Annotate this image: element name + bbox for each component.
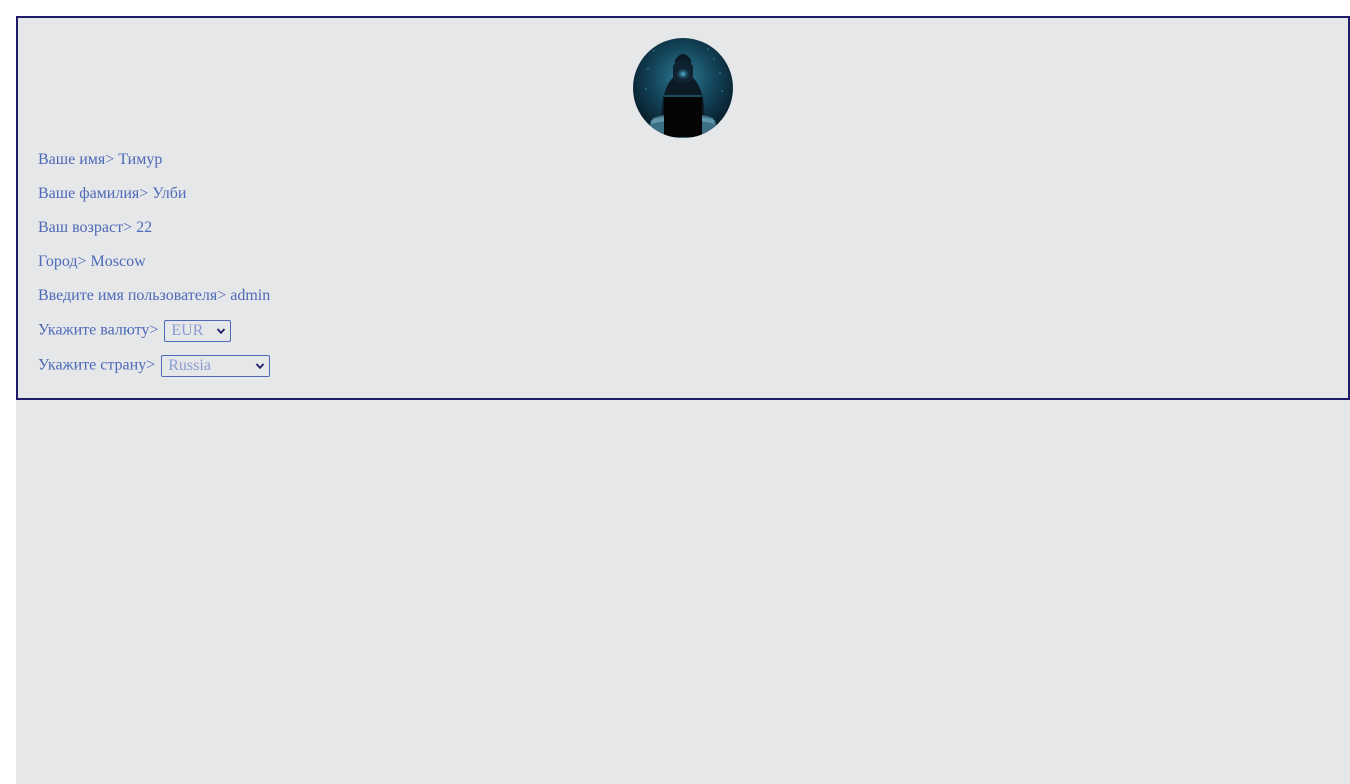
field-label: Ваше имя> <box>38 151 115 168</box>
currency-select[interactable]: EUR <box>164 320 232 342</box>
hooded-hacker-avatar-icon <box>633 38 733 138</box>
chevron-down-icon <box>256 363 265 370</box>
field-label: Ваше фамилия> <box>38 185 149 202</box>
field-age: Ваш возраст> 22 <box>38 218 152 238</box>
avatar <box>633 38 733 138</box>
country-select[interactable]: Russia <box>161 355 271 377</box>
field-value: Moscow <box>90 253 146 270</box>
field-label: Введите имя пользователя> <box>38 287 227 304</box>
field-label: Город> <box>38 253 87 270</box>
field-first-name: Ваше имя> Тимур <box>38 150 162 170</box>
field-username: Введите имя пользователя> admin <box>38 286 270 306</box>
field-value: admin <box>230 287 271 304</box>
field-city: Город> Moscow <box>38 252 146 272</box>
field-last-name: Ваше фамилия> Улби <box>38 184 187 204</box>
currency-label: Укажите валюту> <box>38 321 159 339</box>
field-label: Ваш возраст> <box>38 219 133 236</box>
country-label: Укажите страну> <box>38 356 156 374</box>
field-currency: Укажите валюту> EUR <box>38 320 232 342</box>
chevron-down-icon <box>217 328 226 335</box>
field-value: 22 <box>136 219 153 236</box>
field-country: Укажите страну> Russia <box>38 355 271 377</box>
field-value: Улби <box>152 185 187 202</box>
field-value: Тимур <box>118 151 163 168</box>
currency-selected-value: EUR <box>171 322 204 339</box>
country-selected-value: Russia <box>168 357 211 374</box>
profile-card: Ваше имя> Тимур Ваше фамилия> Улби Ваш в… <box>16 16 1350 400</box>
